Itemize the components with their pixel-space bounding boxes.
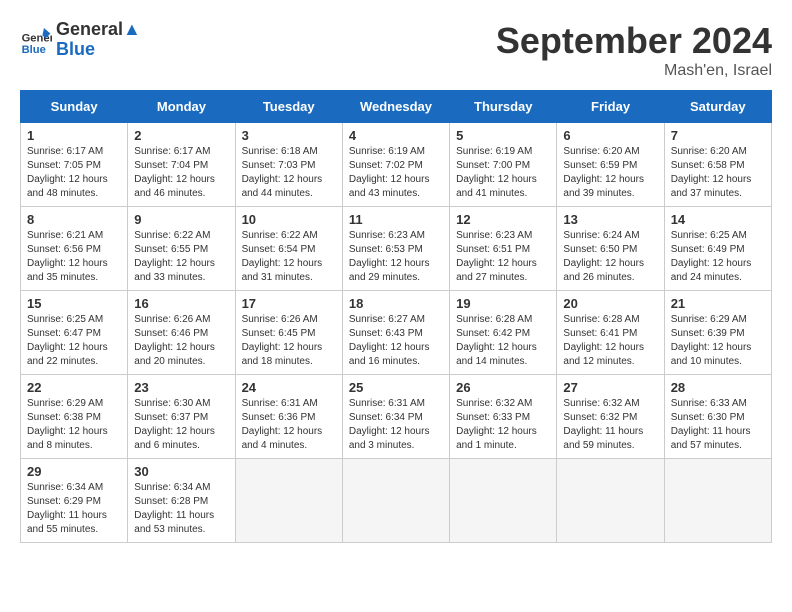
logo-icon: General Blue — [20, 24, 52, 56]
calendar-cell: 25Sunrise: 6:31 AMSunset: 6:34 PMDayligh… — [342, 375, 449, 459]
calendar-cell: 21Sunrise: 6:29 AMSunset: 6:39 PMDayligh… — [664, 291, 771, 375]
calendar-cell: 6Sunrise: 6:20 AMSunset: 6:59 PMDaylight… — [557, 123, 664, 207]
calendar-cell-empty — [450, 459, 557, 543]
calendar-cell: 18Sunrise: 6:27 AMSunset: 6:43 PMDayligh… — [342, 291, 449, 375]
calendar-cell: 9Sunrise: 6:22 AMSunset: 6:55 PMDaylight… — [128, 207, 235, 291]
calendar-cell: 15Sunrise: 6:25 AMSunset: 6:47 PMDayligh… — [21, 291, 128, 375]
col-wednesday: Wednesday — [342, 91, 449, 123]
calendar-cell: 7Sunrise: 6:20 AMSunset: 6:58 PMDaylight… — [664, 123, 771, 207]
calendar-body: 1Sunrise: 6:17 AMSunset: 7:05 PMDaylight… — [21, 123, 772, 543]
logo-text: General▲ Blue — [56, 20, 141, 60]
calendar-cell: 13Sunrise: 6:24 AMSunset: 6:50 PMDayligh… — [557, 207, 664, 291]
calendar-cell: 5Sunrise: 6:19 AMSunset: 7:00 PMDaylight… — [450, 123, 557, 207]
calendar-cell: 12Sunrise: 6:23 AMSunset: 6:51 PMDayligh… — [450, 207, 557, 291]
page-header: General Blue General▲ Blue September 202… — [20, 20, 772, 80]
calendar-cell: 1Sunrise: 6:17 AMSunset: 7:05 PMDaylight… — [21, 123, 128, 207]
calendar-week: 8Sunrise: 6:21 AMSunset: 6:56 PMDaylight… — [21, 207, 772, 291]
calendar-cell: 20Sunrise: 6:28 AMSunset: 6:41 PMDayligh… — [557, 291, 664, 375]
svg-text:Blue: Blue — [22, 44, 46, 56]
logo: General Blue General▲ Blue — [20, 20, 141, 60]
calendar-week: 15Sunrise: 6:25 AMSunset: 6:47 PMDayligh… — [21, 291, 772, 375]
calendar-cell: 24Sunrise: 6:31 AMSunset: 6:36 PMDayligh… — [235, 375, 342, 459]
calendar-cell: 28Sunrise: 6:33 AMSunset: 6:30 PMDayligh… — [664, 375, 771, 459]
calendar-cell: 19Sunrise: 6:28 AMSunset: 6:42 PMDayligh… — [450, 291, 557, 375]
location: Mash'en, Israel — [496, 62, 772, 80]
calendar-cell-empty — [664, 459, 771, 543]
calendar-cell: 3Sunrise: 6:18 AMSunset: 7:03 PMDaylight… — [235, 123, 342, 207]
calendar-cell-empty — [342, 459, 449, 543]
calendar-cell: 22Sunrise: 6:29 AMSunset: 6:38 PMDayligh… — [21, 375, 128, 459]
calendar-week: 29Sunrise: 6:34 AMSunset: 6:29 PMDayligh… — [21, 459, 772, 543]
col-thursday: Thursday — [450, 91, 557, 123]
calendar-cell: 14Sunrise: 6:25 AMSunset: 6:49 PMDayligh… — [664, 207, 771, 291]
calendar-cell: 26Sunrise: 6:32 AMSunset: 6:33 PMDayligh… — [450, 375, 557, 459]
calendar-cell-empty — [557, 459, 664, 543]
header-row: Sunday Monday Tuesday Wednesday Thursday… — [21, 91, 772, 123]
calendar-cell: 23Sunrise: 6:30 AMSunset: 6:37 PMDayligh… — [128, 375, 235, 459]
col-tuesday: Tuesday — [235, 91, 342, 123]
calendar-cell: 2Sunrise: 6:17 AMSunset: 7:04 PMDaylight… — [128, 123, 235, 207]
title-block: September 2024 Mash'en, Israel — [496, 20, 772, 80]
calendar-cell: 29Sunrise: 6:34 AMSunset: 6:29 PMDayligh… — [21, 459, 128, 543]
calendar-cell: 30Sunrise: 6:34 AMSunset: 6:28 PMDayligh… — [128, 459, 235, 543]
calendar-week: 22Sunrise: 6:29 AMSunset: 6:38 PMDayligh… — [21, 375, 772, 459]
col-monday: Monday — [128, 91, 235, 123]
calendar-cell: 10Sunrise: 6:22 AMSunset: 6:54 PMDayligh… — [235, 207, 342, 291]
calendar-cell: 11Sunrise: 6:23 AMSunset: 6:53 PMDayligh… — [342, 207, 449, 291]
calendar-cell: 27Sunrise: 6:32 AMSunset: 6:32 PMDayligh… — [557, 375, 664, 459]
calendar-cell: 17Sunrise: 6:26 AMSunset: 6:45 PMDayligh… — [235, 291, 342, 375]
col-saturday: Saturday — [664, 91, 771, 123]
col-sunday: Sunday — [21, 91, 128, 123]
calendar-table: Sunday Monday Tuesday Wednesday Thursday… — [20, 90, 772, 543]
calendar-cell-empty — [235, 459, 342, 543]
calendar-cell: 8Sunrise: 6:21 AMSunset: 6:56 PMDaylight… — [21, 207, 128, 291]
month-title: September 2024 — [496, 20, 772, 62]
col-friday: Friday — [557, 91, 664, 123]
calendar-week: 1Sunrise: 6:17 AMSunset: 7:05 PMDaylight… — [21, 123, 772, 207]
calendar-cell: 16Sunrise: 6:26 AMSunset: 6:46 PMDayligh… — [128, 291, 235, 375]
calendar-cell: 4Sunrise: 6:19 AMSunset: 7:02 PMDaylight… — [342, 123, 449, 207]
